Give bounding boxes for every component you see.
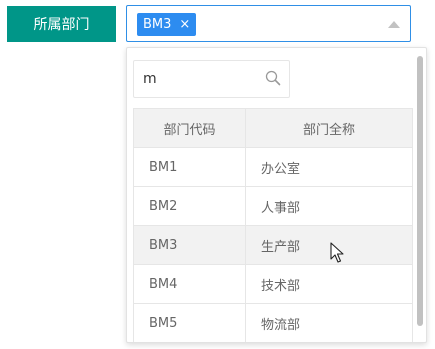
search-icon[interactable] xyxy=(265,70,281,86)
selected-tag-bm3: BM3 × xyxy=(137,13,197,36)
caret-up-icon[interactable] xyxy=(388,21,400,28)
tag-remove-icon[interactable]: × xyxy=(179,18,190,31)
table-row[interactable]: BM1 办公室 xyxy=(133,147,413,187)
table-row-hovered[interactable]: BM3 生产部 xyxy=(133,225,413,265)
department-select[interactable]: BM3 × xyxy=(126,5,411,42)
table-header-row: 部门代码 部门全称 xyxy=(133,108,413,148)
department-dropdown-panel: 部门代码 部门全称 BM1 办公室 BM2 人事部 BM3 生产部 xyxy=(126,47,427,343)
cell-code: BM3 xyxy=(133,225,246,265)
cell-name: 人事部 xyxy=(245,186,413,226)
column-header-name: 部门全称 xyxy=(245,108,413,148)
table-row[interactable]: BM2 人事部 xyxy=(133,186,413,226)
cell-code: BM1 xyxy=(133,147,246,187)
department-label: 所属部门 xyxy=(7,6,116,42)
cell-name: 办公室 xyxy=(245,147,413,187)
form-screen: 所属部门 BM3 × 部门代码 部门全称 BM1 xyxy=(0,0,435,349)
column-header-code: 部门代码 xyxy=(133,108,246,148)
dropdown-scrollbar[interactable] xyxy=(417,56,423,326)
cell-code: BM2 xyxy=(133,186,246,226)
table-row[interactable]: BM4 技术部 xyxy=(133,264,413,304)
selected-tag-label: BM3 xyxy=(143,17,172,32)
cell-name: 物流部 xyxy=(245,303,413,342)
department-label-text: 所属部门 xyxy=(33,17,90,33)
cell-code: BM5 xyxy=(133,303,246,342)
search-box xyxy=(133,60,290,98)
table-row[interactable]: BM5 物流部 xyxy=(133,303,413,342)
cell-name: 生产部 xyxy=(245,225,413,265)
cell-code: BM4 xyxy=(133,264,246,304)
search-input[interactable] xyxy=(134,61,263,97)
cell-name: 技术部 xyxy=(245,264,413,304)
department-table: 部门代码 部门全称 BM1 办公室 BM2 人事部 BM3 生产部 BM4 技术… xyxy=(133,108,413,342)
